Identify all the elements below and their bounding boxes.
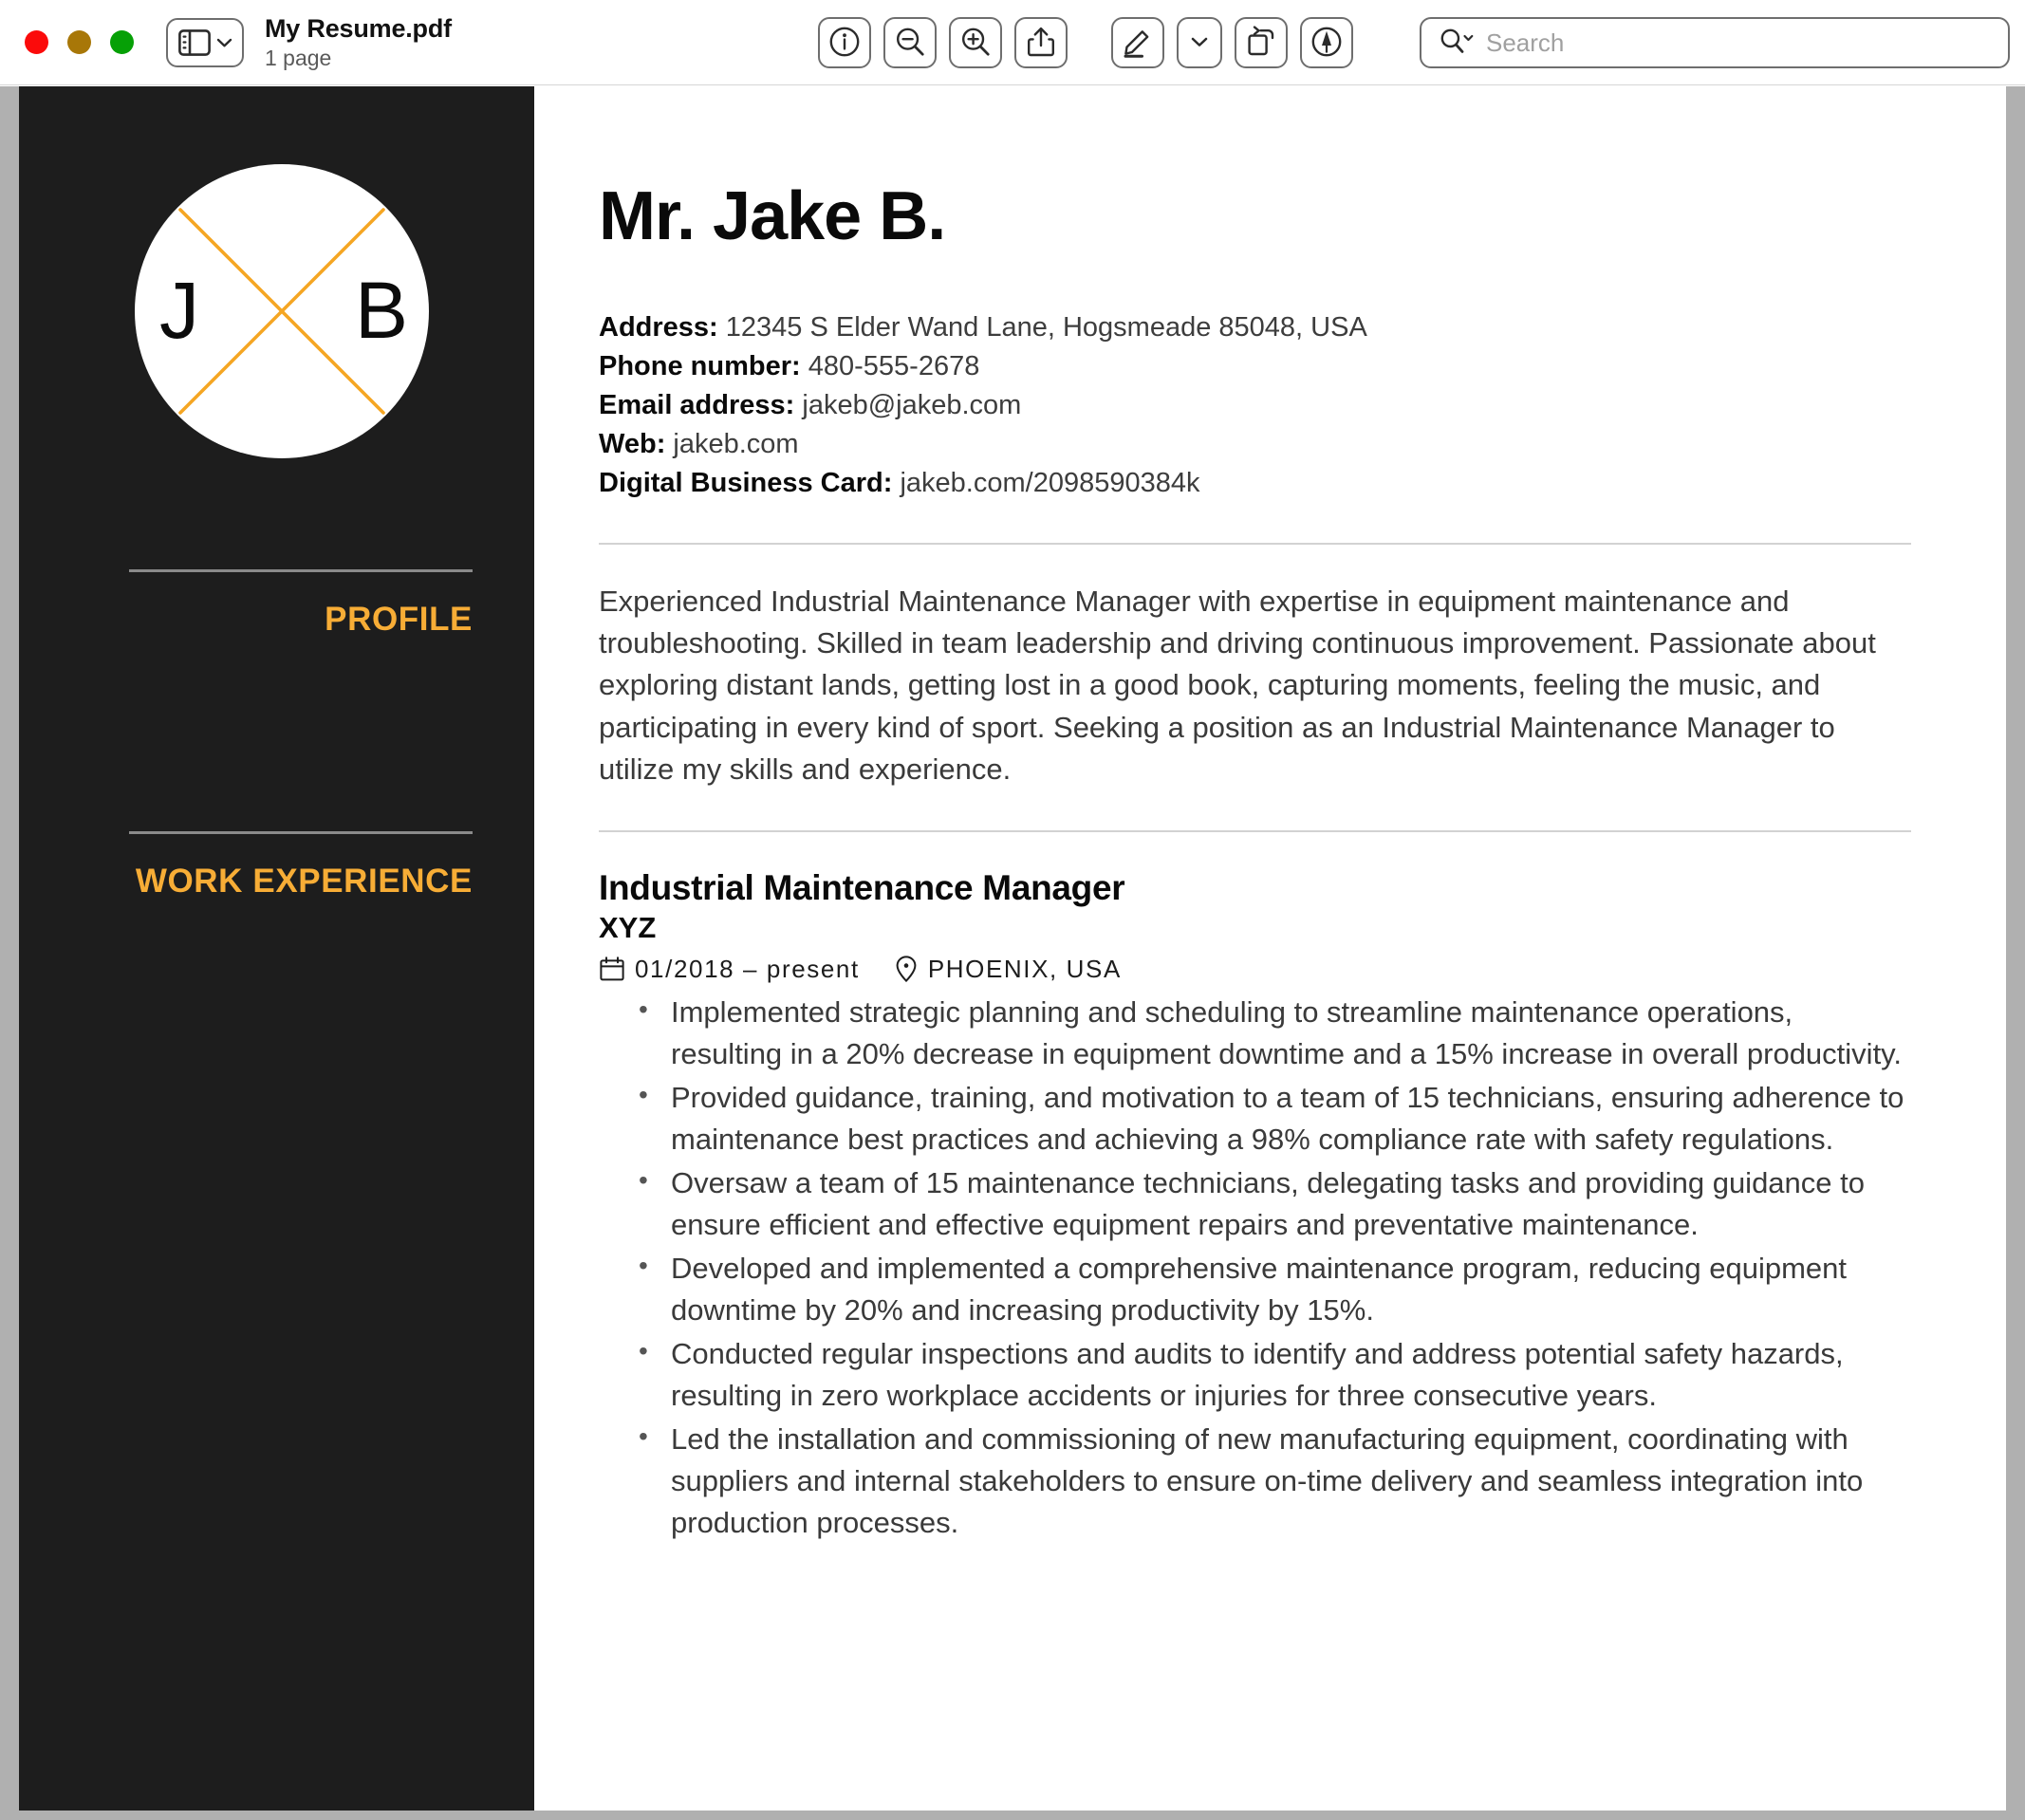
- magnifier-plus-icon: [959, 26, 992, 61]
- markup-button[interactable]: [1111, 17, 1164, 68]
- resume-main-column: Mr. Jake B. Address: 12345 S Elder Wand …: [534, 86, 2006, 1811]
- contact-label: Digital Business Card:: [599, 468, 893, 499]
- chevron-down-icon: [216, 37, 232, 48]
- logo-circle: J B: [135, 164, 429, 458]
- applicant-name: Mr. Jake B.: [599, 178, 946, 254]
- job-bullet: Oversaw a team of 15 maintenance technic…: [639, 1161, 1911, 1246]
- share-button[interactable]: [1014, 17, 1068, 68]
- sidebar-section-profile: PROFILE: [129, 569, 473, 636]
- rotate-button[interactable]: [1235, 17, 1288, 68]
- toolbar: [818, 0, 1353, 85]
- contact-row-web: Web: jakeb.com: [599, 425, 1911, 464]
- contact-value: jakeb.com: [673, 429, 799, 460]
- work-experience-entry: Industrial Maintenance Manager XYZ 01/20…: [599, 868, 1911, 1544]
- section-divider: [599, 829, 1911, 832]
- info-icon: [828, 26, 861, 61]
- close-window-button[interactable]: [25, 30, 48, 54]
- job-bullet: Conducted regular inspections and audits…: [639, 1332, 1911, 1417]
- job-bullet-list: Implemented strategic planning and sched…: [599, 991, 1911, 1544]
- job-title: Industrial Maintenance Manager: [599, 867, 1125, 907]
- contact-value: 480-555-2678: [808, 350, 980, 381]
- logo-initial-right: B: [354, 266, 408, 355]
- contact-label: Phone number:: [599, 350, 801, 381]
- job-bullet: Developed and implemented a comprehensiv…: [639, 1247, 1911, 1331]
- title-bar: My Resume.pdf 1 page Search: [0, 0, 2025, 85]
- job-dates: 01/2018 – present: [635, 954, 860, 983]
- job-bullet: Provided guidance, training, and motivat…: [639, 1076, 1911, 1161]
- section-divider: [599, 543, 1911, 546]
- zoom-out-button[interactable]: [883, 17, 937, 68]
- job-bullet: Implemented strategic planning and sched…: [639, 991, 1911, 1075]
- sidebar-toggle-button[interactable]: [166, 17, 244, 67]
- magnifier-minus-icon: [894, 26, 926, 61]
- annotate-pen-circle-icon: [1310, 26, 1343, 61]
- toolbar-separator: [1080, 43, 1099, 44]
- calendar-icon: [599, 956, 625, 982]
- contact-value: 12345 S Elder Wand Lane, Hogsmeade 85048…: [725, 311, 1367, 343]
- info-button[interactable]: [818, 17, 871, 68]
- traffic-light-group: [25, 30, 134, 54]
- resume-sidebar: J B PROFILE WORK EXPERIENCE: [19, 86, 534, 1811]
- contact-row-phone: Phone number: 480-555-2678: [599, 347, 1911, 386]
- share-icon: [1026, 26, 1056, 61]
- contact-details: Address: 12345 S Elder Wand Lane, Hogsme…: [599, 308, 1911, 504]
- document-info: My Resume.pdf 1 page: [265, 14, 452, 70]
- chevron-down-icon: [1190, 35, 1209, 51]
- sidebar-divider: [129, 831, 473, 834]
- pencil-underline-icon: [1121, 26, 1155, 61]
- monogram-logo: J B: [135, 164, 429, 458]
- job-bullet: Led the installation and commissioning o…: [639, 1418, 1911, 1544]
- profile-summary: Experienced Industrial Maintenance Manag…: [599, 585, 1876, 786]
- markup-options-button[interactable]: [1177, 17, 1222, 68]
- sidebar-heading-profile: PROFILE: [325, 601, 473, 638]
- pdf-page: J B PROFILE WORK EXPERIENCE Mr. Jake B.: [19, 86, 2006, 1811]
- job-company: XYZ: [599, 910, 657, 944]
- search-icon[interactable]: [1439, 27, 1475, 60]
- contact-label: Web:: [599, 429, 666, 460]
- contact-label: Address:: [599, 311, 718, 343]
- document-canvas[interactable]: J B PROFILE WORK EXPERIENCE Mr. Jake B.: [0, 86, 2025, 1820]
- preview-window: My Resume.pdf 1 page Search J B PROFILE …: [0, 0, 2025, 1820]
- maximize-window-button[interactable]: [110, 30, 134, 54]
- contact-row-address: Address: 12345 S Elder Wand Lane, Hogsme…: [599, 308, 1911, 347]
- job-meta: 01/2018 – present PHOENIX, USA: [599, 955, 1911, 984]
- sidebar-heading-work-experience: WORK EXPERIENCE: [135, 863, 473, 900]
- job-location: PHOENIX, USA: [927, 954, 1122, 983]
- document-title: My Resume.pdf: [265, 13, 452, 43]
- search-field[interactable]: Search: [1420, 17, 2010, 68]
- sidebar-divider: [129, 569, 473, 572]
- sidebar-section-work-experience: WORK EXPERIENCE: [129, 831, 473, 898]
- zoom-in-button[interactable]: [949, 17, 1002, 68]
- annotate-button[interactable]: [1300, 17, 1353, 68]
- rotate-left-icon: [1245, 25, 1277, 61]
- search-placeholder: Search: [1486, 28, 1565, 57]
- logo-initial-left: J: [159, 266, 199, 355]
- minimize-window-button[interactable]: [67, 30, 91, 54]
- map-pin-icon: [894, 955, 919, 983]
- contact-value: jakeb.com/2098590384k: [900, 468, 1200, 499]
- sidebar-panel-icon: [177, 28, 211, 56]
- page-count-label: 1 page: [265, 45, 332, 70]
- contact-label: Email address:: [599, 389, 795, 420]
- contact-row-email: Email address: jakeb@jakeb.com: [599, 386, 1911, 425]
- contact-row-business-card: Digital Business Card: jakeb.com/2098590…: [599, 464, 1911, 503]
- contact-value: jakeb@jakeb.com: [802, 389, 1022, 420]
